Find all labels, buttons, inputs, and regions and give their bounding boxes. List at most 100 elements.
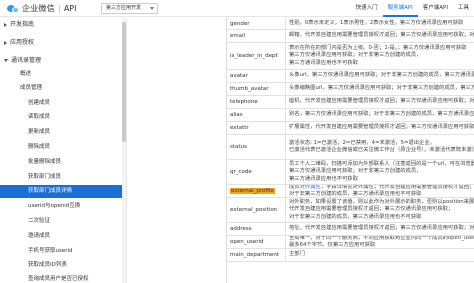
param-description: 头像缩略图url。第三方仅通讯录应用可获取；对于非第三方创建的成员，第三方通讯录…	[289, 83, 474, 95]
sidebar-item-label: 手机号获取userid	[28, 248, 73, 254]
top-nav-item[interactable]: 服务端API	[382, 0, 418, 17]
description-line: 对于非第三方创建的成员，第三方通讯录应用也不可获取	[289, 191, 422, 197]
table-row: main_department 主部门	[227, 249, 474, 262]
table-row: status 激活状态: 1=已激活，2=已禁用，4=未激活，5=退出企业。 已激活…	[227, 135, 474, 160]
sidebar-item[interactable]: userid与openid互换	[0, 200, 122, 213]
description-line: 对于非第三方创建的成员，第三方通讯录应用也不可获取	[289, 213, 422, 220]
sidebar-item[interactable]: 创建成员	[0, 97, 122, 110]
table-row: thumb_avatar 头像缩略图url。第三方仅通讯录应用可获取；对于非第三方…	[227, 83, 474, 96]
param-name: extattr	[227, 122, 286, 134]
param-name: thumb_avatar	[227, 83, 286, 95]
sidebar-item[interactable]: 批量删除成员	[0, 156, 122, 169]
description-line: 性别。0表示未定义，1表示男性，2表示女性。第三方仅通讯录应用可获取	[289, 19, 464, 26]
top-nav-item[interactable]: 工具	[453, 0, 474, 17]
sidebar-item-label: 开发指南	[10, 21, 35, 28]
param-description: 员工个人二维码，扫描可添加为外部联系人（注意返回的是一个url，可在浏览器上打开…	[289, 160, 474, 184]
sidebar-item[interactable]: 查询成员用户是否已授权	[0, 273, 122, 283]
table-row: extattr 扩展属性，代开发自建应用需要管理员授权才返回；第三方仅通讯录应用可…	[227, 122, 474, 135]
sidebar-item-label: 读取成员	[28, 114, 51, 120]
description-line: 头像url。第三方仅通讯录应用可获取；对于非第三方创建的成员，第三方通讯录应用也…	[289, 72, 474, 79]
search-highlight: external_profile	[230, 188, 275, 194]
sidebar-item[interactable]: 删除成员	[0, 141, 122, 154]
sidebar-item-label: 更新成员	[28, 129, 51, 135]
table-row: qr_code 员工个人二维码，扫描可添加为外部联系人（注意返回的是一个url，可…	[227, 160, 474, 185]
description-line: 最多64个字节。仅第三方应用可获取	[289, 242, 376, 248]
sidebar-item[interactable]: 获取部门成员详情	[0, 185, 122, 198]
sidebar-item-label: 获取部门成员详情	[28, 188, 73, 194]
sidebar: 开发指南应用授权通讯录管理概述 成员管理创建成员读取成员更新成员删除成员批量删除成…	[0, 18, 127, 283]
param-description: 成员对外属性，字段详情见对外属性；代开发自建应用需要管理员授权才返回；第三方仅通…	[289, 185, 474, 197]
sidebar-item[interactable]: 获取部门成员	[0, 171, 122, 184]
sidebar-item-label: 查询成员用户是否已授权	[28, 276, 89, 282]
param-description: 性别。0表示未定义，1表示男性，2表示女性。第三方仅通讯录应用可获取	[289, 18, 474, 29]
description-line: 座机。代开发自建应用需要管理员授权才返回；第三方仅通讯录应用可获取；对于非第三方…	[289, 98, 474, 105]
top-nav-item[interactable]: 快速入门	[351, 0, 383, 17]
sidebar-item[interactable]: 获取成员ID列表	[0, 259, 122, 272]
sidebar-item[interactable]: 更新成员	[0, 126, 122, 139]
sidebar-item[interactable]: 读取成员	[0, 111, 122, 124]
sidebar-item-label: 获取部门成员	[28, 174, 62, 180]
logo-text: 企业微信	[22, 4, 55, 13]
logo[interactable]: 企业微信 API	[7, 3, 76, 14]
description-line: 第三方通讯录应用也不可获取	[289, 175, 358, 182]
description-line: 扩展属性，代开发自建应用需要管理员授权才返回；第三方仅通讯录应用可获取；对于非第…	[289, 124, 474, 131]
wecom-logo-icon	[7, 4, 20, 14]
api-label: API	[63, 4, 77, 13]
description-line: 代开发自建应用需要管理员授权才返回；第三方仅通讯录应用可获取；	[289, 206, 454, 213]
caret-right-icon	[4, 40, 7, 45]
description-line: 第三方通讯录应用也不可获取	[289, 59, 358, 66]
sidebar-item-label: 批量删除成员	[28, 159, 62, 165]
doc-link[interactable]: 对外属性	[300, 185, 321, 190]
sidebar-item-label: 邀请成员	[28, 233, 51, 239]
top-bar: 企业微信 API 第三方应用开发 快速入门 服务端API 客户端API 工具	[0, 0, 474, 17]
sidebar-item[interactable]: 应用授权	[0, 36, 122, 49]
param-description: 表示在所在的部门内是否为上级。0-否；1-是。；第三方仅通讯录应用可获取 第三方仅…	[289, 43, 474, 69]
param-description: 地址。代开发自建应用需要管理员授权才返回；第三方仅通讯录应用可获取；对于非第三方…	[289, 223, 474, 235]
description-line: 主部门	[289, 251, 305, 258]
table-row: gender 性别。0表示未定义，1表示男性，2表示女性。第三方仅通讯录应用可获取	[227, 18, 474, 30]
top-nav-item[interactable]: 客户端API	[418, 0, 453, 17]
params-table: gender 性别。0表示未定义，1表示男性，2表示女性。第三方仅通讯录应用可获取…	[226, 18, 474, 283]
table-row: external_position 对外职务，如果设置了该值，则以此作为对外展示的…	[227, 198, 474, 223]
sidebar-item-label: 删除成员	[28, 144, 51, 150]
sidebar-scrollbar-thumb[interactable]	[122, 22, 126, 142]
description-line: 邮箱，代开发自建应用需要管理员授权才返回；第三方仅通讯录应用可获取；对于非第三方…	[289, 32, 474, 39]
sidebar-item[interactable]: 概述	[0, 68, 122, 81]
sidebar-item[interactable]: 成员管理	[0, 82, 122, 95]
param-description: 主部门	[289, 249, 474, 261]
sidebar-item[interactable]: 手机号获取userid	[0, 245, 122, 258]
description-line: 激活状态: 1=已激活，2=已禁用，4=未激活，5=退出企业。	[289, 139, 435, 146]
sidebar-item[interactable]: 二次验证	[0, 215, 122, 228]
sidebar-item-label: 通讯录管理	[11, 57, 42, 64]
param-description: 对外职务，如果设置了该值，则以此作为对外展示的职务，否则以position来展示…	[289, 198, 474, 222]
sidebar-item[interactable]: 通讯录管理	[0, 54, 122, 67]
caret-right-icon	[4, 22, 7, 27]
param-name: telephone	[227, 96, 286, 108]
param-description: 座机。代开发自建应用需要管理员授权才返回；第三方仅通讯录应用可获取；对于非第三方…	[289, 96, 474, 108]
table-row: external_profile 成员对外属性，字段详情见对外属性；代开发自建应用…	[227, 185, 474, 198]
top-nav: 快速入门 服务端API 客户端API 工具	[351, 0, 474, 17]
sidebar-item[interactable]: 开发指南	[0, 18, 122, 31]
description-line: 地址。代开发自建应用需要管理员授权才返回；第三方仅通讯录应用可获取；对于非第三方…	[289, 225, 474, 232]
table-row: alias 别名；第三方仅通讯录应用可获取；对于非第三方创建的成员，第三方通讯录应…	[227, 109, 474, 122]
sidebar-item-label: 应用授权	[10, 39, 35, 46]
description-line: 第三方仅通讯录应用可获取；对于非第三方创建的成员，	[289, 52, 422, 59]
chevron-down-icon	[150, 7, 154, 10]
param-name: gender	[227, 18, 286, 29]
sidebar-item-label: userid与openid互换	[28, 203, 81, 209]
param-description: 头像url。第三方仅通讯录应用可获取；对于非第三方创建的成员，第三方通讯录应用也…	[289, 70, 474, 82]
param-description: 邮箱，代开发自建应用需要管理员授权才返回；第三方仅通讯录应用可获取；对于非第三方…	[289, 30, 474, 42]
param-name: status	[227, 135, 286, 159]
table-row: open_userid 全局唯一。对于同一个服务商，不同应用获取到企业内同一个成员…	[227, 236, 474, 249]
sidebar-item-label: 创建成员	[28, 100, 51, 106]
param-description: 扩展属性，代开发自建应用需要管理员授权才返回；第三方仅通讯录应用可获取；对于非第…	[289, 122, 474, 134]
param-description: 别名；第三方仅通讯录应用可获取；对于非第三方创建的成员，第三方通讯录应用也不可获…	[289, 109, 474, 121]
table-row: telephone 座机。代开发自建应用需要管理员授权才返回；第三方仅通讯录应用可…	[227, 96, 474, 109]
app-type-select-value: 第三方应用开发	[106, 5, 142, 11]
param-name: alias	[227, 109, 286, 121]
table-row: is_leader_in_dept 表示在所在的部门内是否为上级。0-否；1-是。…	[227, 43, 474, 70]
sidebar-item[interactable]: 邀请成员	[0, 230, 122, 243]
app-type-select[interactable]: 第三方应用开发	[101, 3, 158, 14]
param-name: is_leader_in_dept	[227, 43, 286, 69]
param-description: 激活状态: 1=已激活，2=已禁用，4=未激活，5=退出企业。 已激活代表已激活企…	[289, 135, 474, 159]
